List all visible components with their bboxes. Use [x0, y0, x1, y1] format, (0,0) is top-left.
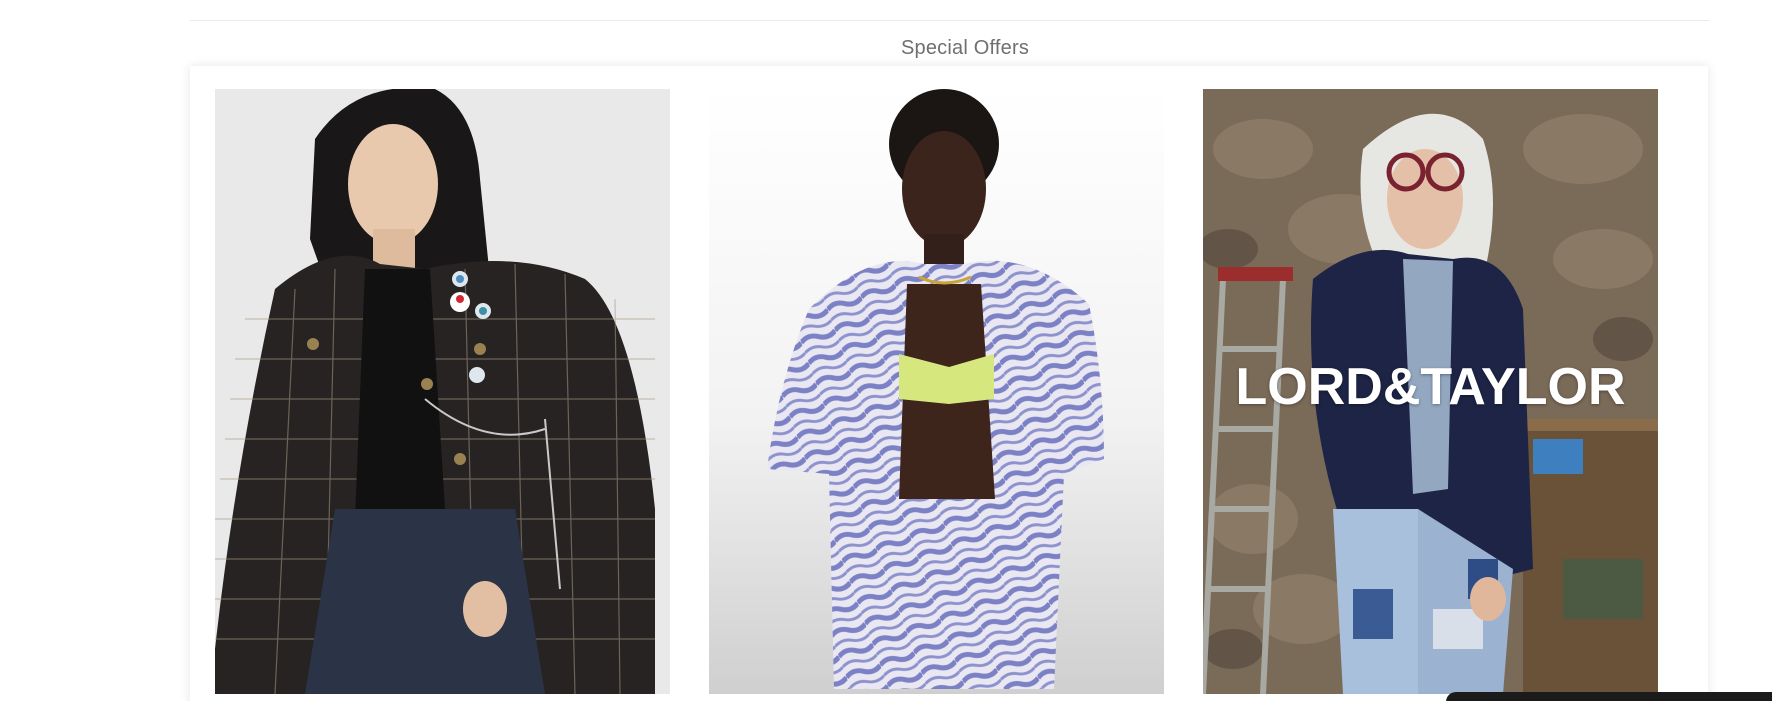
offer-tile-zebra-print-set[interactable] — [709, 89, 1164, 694]
section-title: Special Offers — [900, 37, 1030, 59]
page: Special Offers LORD&TAYLOR — [0, 0, 1772, 701]
offer-tile-tweed-jacket[interactable] — [215, 89, 670, 694]
offer-image-zebra-print-set — [709, 89, 1164, 694]
offer-tile-lord-and-taylor[interactable]: LORD&TAYLOR — [1203, 89, 1658, 694]
bottom-dark-bar — [1446, 692, 1772, 701]
lord-and-taylor-logo: LORD&TAYLOR — [1235, 358, 1626, 416]
top-divider — [190, 20, 1710, 21]
special-offers-card: LORD&TAYLOR — [190, 66, 1708, 701]
offer-image-tweed-jacket — [215, 89, 670, 694]
